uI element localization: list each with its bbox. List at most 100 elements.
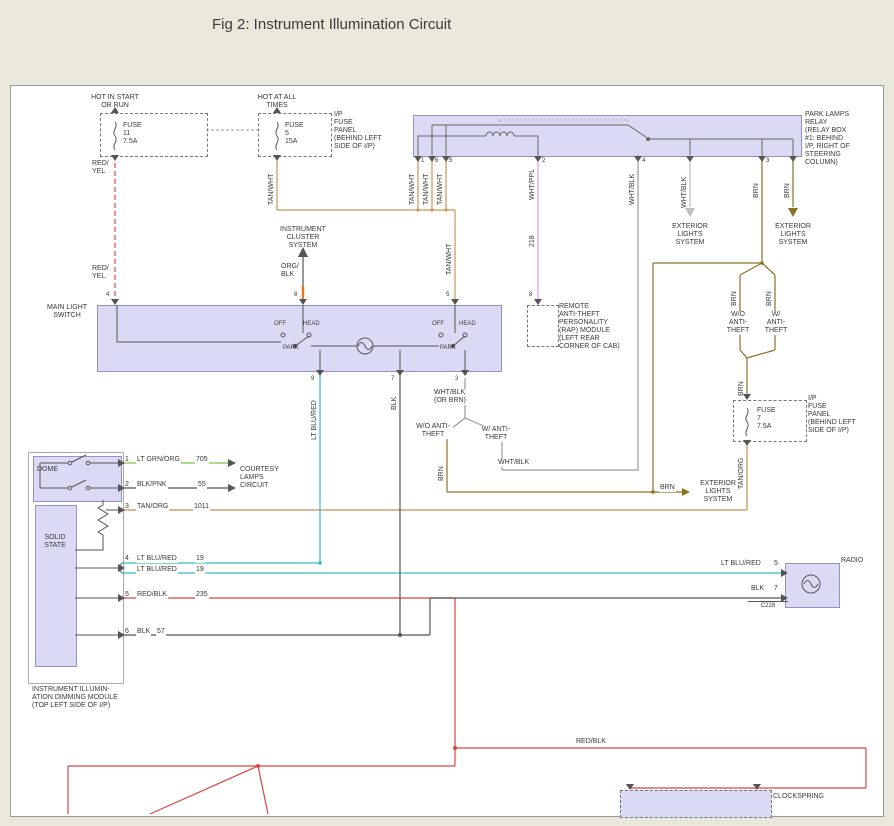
wire-label-red-yel: RED/ YEL xyxy=(92,160,109,176)
switch-position-off: OFF xyxy=(274,321,286,328)
fuse-11-label: FUSE 11 7.5A xyxy=(123,122,142,146)
label-line: 7 xyxy=(757,415,776,423)
label-line: 7.5A xyxy=(757,423,776,431)
label-line: RED/ xyxy=(92,160,109,168)
label-line: ANTI- xyxy=(761,319,791,327)
label-line: EXTERIOR xyxy=(767,223,819,231)
figure-title: Fig 2: Instrument Illumination Circuit xyxy=(212,16,451,33)
label-line: TIMES xyxy=(247,102,307,110)
wire-label-red-yel: RED/ YEL xyxy=(92,265,109,281)
park-lamps-relay-label: PARK LAMPS RELAY (RELAY BOX #1: BEHIND I… xyxy=(805,111,850,167)
wire-label-tan-wht: TAN/WHT xyxy=(446,244,454,275)
label-line: FUSE xyxy=(285,122,304,130)
wire-label-lt-blu-red: LT BLU/RED xyxy=(311,400,319,440)
main-light-switch-box xyxy=(97,305,502,372)
module-pin-number: 6 xyxy=(125,628,129,636)
label-line: SYSTEM xyxy=(767,239,819,247)
main-light-switch-label: MAIN LIGHT SWITCH xyxy=(42,304,92,320)
label-line: ANTI-THEFT xyxy=(559,311,620,319)
wire-label-brn: BRN xyxy=(753,183,761,198)
label-line: WHT/BLK xyxy=(434,389,466,397)
wire-label-brn: BRN xyxy=(784,183,792,198)
wire-label: BLK xyxy=(136,628,151,636)
label-line: EXTERIOR xyxy=(664,223,716,231)
label-line: FUSE xyxy=(757,407,776,415)
label-line: (BEHIND LEFT xyxy=(334,135,382,143)
label-line: 15A xyxy=(285,138,304,146)
circuit-number: 57 xyxy=(156,628,166,636)
label-line: YEL xyxy=(92,168,109,176)
wire-label-lt-blu-red: LT BLU/RED xyxy=(720,560,762,568)
w-anti-theft-label: W/ ANTI- THEFT xyxy=(477,426,515,442)
wire-label-tan-wht: TAN/WHT xyxy=(268,174,276,205)
wire-label-brn: BRN xyxy=(731,291,739,306)
label-line: FUSE xyxy=(334,119,382,127)
label-line: PANEL xyxy=(808,411,856,419)
wire-label: LT GRN/ORG xyxy=(136,456,181,464)
relay-pin-number: 3 xyxy=(766,158,769,165)
wire-label-tan-wht: TAN/WHT xyxy=(423,174,431,205)
radio-pin-number: 7 xyxy=(774,585,778,593)
wo-anti-theft-label: W/O ANTI- THEFT xyxy=(413,423,453,439)
label-line: W/ xyxy=(761,311,791,319)
ip-fuse-panel-label-top: I/P FUSE PANEL (BEHIND LEFT SIDE OF I/P) xyxy=(334,111,382,151)
wire-label-brn: BRN xyxy=(659,484,676,492)
switch-position-park: PARK xyxy=(283,345,299,352)
label-line: #1: BEHIND xyxy=(805,135,850,143)
radio-box xyxy=(785,563,840,608)
wire-label: TAN/ORG xyxy=(136,503,169,511)
label-line: RELAY xyxy=(805,119,850,127)
label-line: CIRCUIT xyxy=(240,482,279,490)
label-line: I/P, RIGHT OF xyxy=(805,143,850,151)
courtesy-lamps-circuit-label: COURTESY LAMPS CIRCUIT xyxy=(240,466,279,490)
label-line: THEFT xyxy=(414,431,452,439)
label-line: 11 xyxy=(123,130,142,138)
connector-c228-label: C228 xyxy=(748,601,788,610)
circuit-number: 19 xyxy=(195,555,205,563)
rap-pin-number: 8 xyxy=(529,292,532,299)
wire-label-wht-blk: WHT/BLK xyxy=(681,177,689,208)
label-line: EXTERIOR xyxy=(692,480,744,488)
radio-label: RADIO xyxy=(841,557,863,565)
label-line: BLK xyxy=(281,271,299,279)
label-line: ANTI- xyxy=(723,319,753,327)
relay-pin-number: 6 xyxy=(435,158,438,165)
label-line: SYSTEM xyxy=(277,242,329,250)
clockspring-box xyxy=(620,790,772,818)
fuse-7-label: FUSE 7 7.5A xyxy=(757,407,776,431)
circuit-number: 19 xyxy=(195,566,205,574)
rap-module-box xyxy=(527,305,559,347)
label-line: HOT AT ALL xyxy=(247,94,307,102)
label-line: COURTESY xyxy=(240,466,279,474)
module-pin-number: 2 xyxy=(125,481,129,489)
label-line: PANEL xyxy=(334,127,382,135)
label-line: STATE xyxy=(35,542,75,550)
rap-module-label: REMOTE ANTI-THEFT PERSONALITY (RAP) MODU… xyxy=(559,303,620,351)
relay-pin-number: 4 xyxy=(642,158,645,165)
circuit-number: 705 xyxy=(195,456,209,464)
wire-label-wht-ppl: WHT/PPL xyxy=(529,169,537,200)
mls-pin-number: 9 xyxy=(311,376,314,383)
exterior-lights-system-label: EXTERIOR LIGHTS SYSTEM xyxy=(767,223,819,247)
module-pin-number: 5 xyxy=(125,591,129,599)
label-line: REMOTE xyxy=(559,303,620,311)
dome-box xyxy=(33,456,122,502)
fuse-11-box xyxy=(100,113,208,157)
module-pin-number: 1 xyxy=(125,456,129,464)
label-line: SOLID xyxy=(35,534,75,542)
wire-label-org-blk: ORG/ BLK xyxy=(281,263,299,279)
wire-label-red-blk: RED/BLK xyxy=(575,738,607,746)
wire-label-blk: BLK xyxy=(750,585,765,593)
radio-pin-number: 5 xyxy=(774,560,778,568)
label-line: COLUMN) xyxy=(805,159,850,167)
wiring-diagram-page: { "header": { "title": "Fig 2: Instrumen… xyxy=(0,0,894,826)
label-line: 5 xyxy=(285,130,304,138)
w-anti-theft-label: W/ ANTI- THEFT xyxy=(760,311,792,335)
label-line: INSTRUMENT ILLUMIN- xyxy=(32,686,118,694)
label-line: THEFT xyxy=(478,434,514,442)
wire-label: LT BLU/RED xyxy=(136,555,178,563)
switch-position-park: PARK xyxy=(440,345,456,352)
exterior-lights-system-label: EXTERIOR LIGHTS SYSTEM xyxy=(692,480,744,504)
module-pin-number: 3 xyxy=(125,503,129,511)
label-line: (RELAY BOX xyxy=(805,127,850,135)
